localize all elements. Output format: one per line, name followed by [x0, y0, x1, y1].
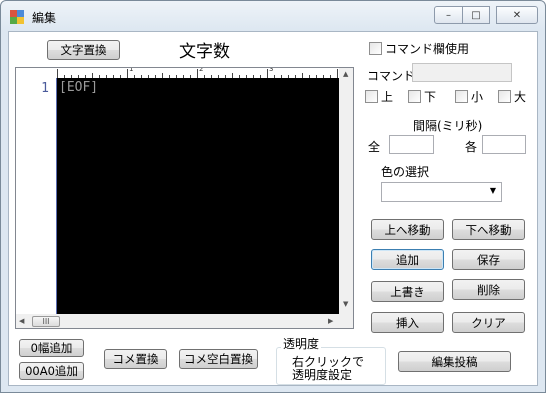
- size-large-label: 大: [514, 90, 527, 104]
- position-top-label: 上: [381, 90, 394, 104]
- replace-text-button[interactable]: 文字置換: [47, 40, 120, 60]
- transparency-hint-line2: 透明度設定: [292, 368, 353, 382]
- char-count-label: 文字数: [179, 42, 230, 62]
- a0-add-button[interactable]: 00A0追加: [19, 362, 84, 380]
- ruler-number: 3: [269, 67, 274, 73]
- comment-replace-button[interactable]: コメ置換: [104, 349, 167, 369]
- command-label: コマンド: [367, 69, 416, 83]
- close-icon: ✕: [512, 9, 522, 21]
- add-button[interactable]: 追加: [371, 249, 444, 270]
- ruler-number: 1: [129, 67, 134, 73]
- window-title: 編集: [32, 11, 57, 25]
- position-top-checkbox[interactable]: [365, 90, 378, 103]
- use-command-checkbox[interactable]: [369, 42, 382, 55]
- client-area: 文字置換 文字数 1 1 2 3 [EOF] ▲ ▼ ◀ III ▶ コマンド欄…: [8, 31, 538, 386]
- color-title: 色の選択: [381, 165, 430, 179]
- overwrite-button[interactable]: 上書き: [371, 281, 444, 302]
- size-small-checkbox[interactable]: [455, 90, 468, 103]
- color-select[interactable]: ▼: [381, 182, 502, 202]
- edit-post-button[interactable]: 編集投稿: [398, 351, 511, 372]
- use-command-label: コマンド欄使用: [385, 42, 470, 56]
- maximize-button[interactable]: □: [462, 6, 490, 24]
- command-input[interactable]: [412, 63, 512, 82]
- app-icon: [10, 10, 24, 24]
- vertical-scrollbar[interactable]: ▲ ▼: [339, 68, 353, 314]
- interval-each-label: 各: [465, 140, 478, 154]
- ruler-number: 2: [199, 67, 204, 73]
- comment-space-replace-button[interactable]: コメ空白置換: [179, 349, 258, 369]
- move-down-button[interactable]: 下へ移動: [452, 219, 525, 240]
- scroll-down-icon[interactable]: ▼: [343, 300, 348, 308]
- scroll-right-icon[interactable]: ▶: [328, 317, 333, 325]
- horizontal-scroll-thumb[interactable]: III: [32, 316, 60, 327]
- clear-button[interactable]: クリア: [452, 312, 525, 333]
- close-button[interactable]: ✕: [496, 6, 538, 24]
- delete-button[interactable]: 削除: [452, 279, 525, 300]
- minimize-button[interactable]: –: [434, 6, 463, 24]
- interval-all-input[interactable]: [389, 135, 434, 154]
- interval-each-input[interactable]: [482, 135, 526, 154]
- editor-window: 編集 – □ ✕ 文字置換 文字数 1 1 2 3 [EOF] ▲ ▼ ◀ II…: [0, 0, 546, 393]
- eof-marker: [EOF]: [59, 80, 99, 95]
- move-up-button[interactable]: 上へ移動: [371, 219, 444, 240]
- horizontal-scrollbar[interactable]: ◀ III ▶: [16, 314, 339, 328]
- size-small-label: 小: [471, 90, 484, 104]
- text-area[interactable]: [EOF]: [57, 78, 339, 314]
- chevron-down-icon: ▼: [489, 186, 496, 195]
- scroll-corner: [339, 314, 353, 328]
- position-bottom-label: 下: [424, 90, 437, 104]
- save-button[interactable]: 保存: [452, 249, 525, 270]
- position-bottom-checkbox[interactable]: [408, 90, 421, 103]
- minimize-icon: –: [446, 9, 451, 21]
- zero-width-add-button[interactable]: 0幅追加: [19, 339, 84, 357]
- interval-title: 間隔(ミリ秒): [413, 119, 483, 133]
- line-number-gutter: 1: [16, 68, 57, 314]
- title-bar[interactable]: 編集 – □ ✕: [1, 1, 545, 31]
- scroll-left-icon[interactable]: ◀: [19, 317, 24, 325]
- interval-all-label: 全: [368, 140, 381, 154]
- scroll-up-icon[interactable]: ▲: [343, 70, 348, 78]
- insert-button[interactable]: 挿入: [371, 312, 444, 333]
- maximize-icon: □: [471, 9, 481, 21]
- transparency-title: 透明度: [281, 335, 322, 352]
- text-editor[interactable]: 1 1 2 3 [EOF] ▲ ▼ ◀ III ▶: [15, 67, 354, 329]
- line-number: 1: [41, 81, 49, 96]
- size-large-checkbox[interactable]: [498, 90, 511, 103]
